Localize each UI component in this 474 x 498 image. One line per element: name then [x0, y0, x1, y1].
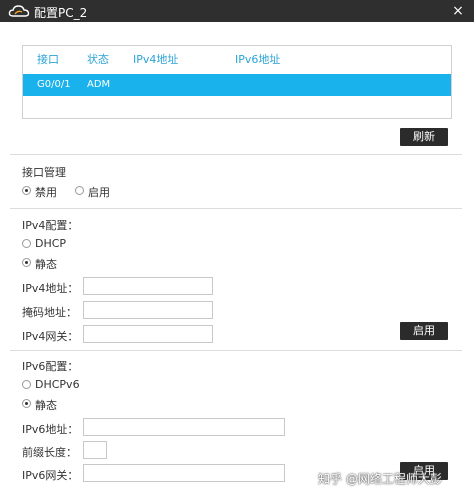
window-title: 配置PC_2 — [34, 6, 88, 20]
radio-ipv4-static-label: 静态 — [35, 258, 57, 271]
cloud-logo-icon — [8, 5, 30, 17]
radio-disable[interactable] — [22, 186, 31, 195]
close-icon[interactable]: × — [448, 1, 468, 21]
title-bar: 配置PC_2 × — [0, 0, 474, 22]
table-row[interactable]: G0/0/1 ADM — [23, 74, 451, 96]
radio-ipv6-static-label: 静态 — [35, 399, 57, 412]
radio-ipv6-static[interactable] — [22, 399, 31, 408]
cell-interface: G0/0/1 — [37, 79, 71, 90]
interface-mgmt-label: 接口管理 — [22, 166, 66, 179]
ipv6-address-input[interactable] — [83, 418, 285, 436]
ipv6-config-label: IPv6配置： — [22, 360, 79, 373]
mask-address-input[interactable] — [83, 301, 213, 319]
cell-status: ADM — [87, 79, 111, 90]
radio-ipv6-dhcpv6[interactable] — [22, 380, 31, 389]
divider — [10, 154, 462, 155]
ipv6-gateway-label: IPv6网关： — [22, 469, 79, 482]
ipv4-address-input[interactable] — [83, 277, 213, 295]
column-header-status: 状态 — [87, 53, 109, 66]
watermark-text: 知乎 @网络工程师大彭 — [318, 472, 442, 486]
ipv4-gateway-input[interactable] — [83, 325, 213, 343]
radio-enable[interactable] — [75, 186, 84, 195]
column-header-interface: 接口 — [37, 53, 59, 66]
refresh-button[interactable]: 刷新 — [400, 128, 448, 146]
mask-address-label: 掩码地址： — [22, 306, 77, 319]
ipv4-address-label: IPv4地址： — [22, 282, 79, 295]
ipv4-config-label: IPv4配置： — [22, 219, 79, 232]
divider — [10, 208, 462, 209]
radio-enable-label: 启用 — [88, 186, 110, 199]
column-header-ipv6: IPv6地址 — [235, 53, 281, 66]
radio-disable-label: 禁用 — [35, 186, 57, 199]
radio-ipv4-dhcp[interactable] — [22, 239, 31, 248]
prefix-length-label: 前缀长度： — [22, 446, 77, 459]
interface-table: 接口 状态 IPv4地址 IPv6地址 G0/0/1 ADM — [22, 45, 452, 119]
ipv4-gateway-label: IPv4网关： — [22, 330, 79, 343]
ipv6-gateway-input[interactable] — [83, 464, 285, 482]
prefix-length-input[interactable] — [83, 441, 107, 459]
column-header-ipv4: IPv4地址 — [133, 53, 179, 66]
table-header: 接口 状态 IPv4地址 IPv6地址 — [23, 46, 451, 74]
ipv4-apply-button[interactable]: 启用 — [400, 322, 448, 340]
radio-ipv4-dhcp-label: DHCP — [35, 237, 67, 250]
divider — [10, 350, 462, 351]
radio-ipv6-dhcpv6-label: DHCPv6 — [35, 378, 80, 391]
radio-ipv4-static[interactable] — [22, 258, 31, 267]
ipv6-address-label: IPv6地址： — [22, 423, 79, 436]
